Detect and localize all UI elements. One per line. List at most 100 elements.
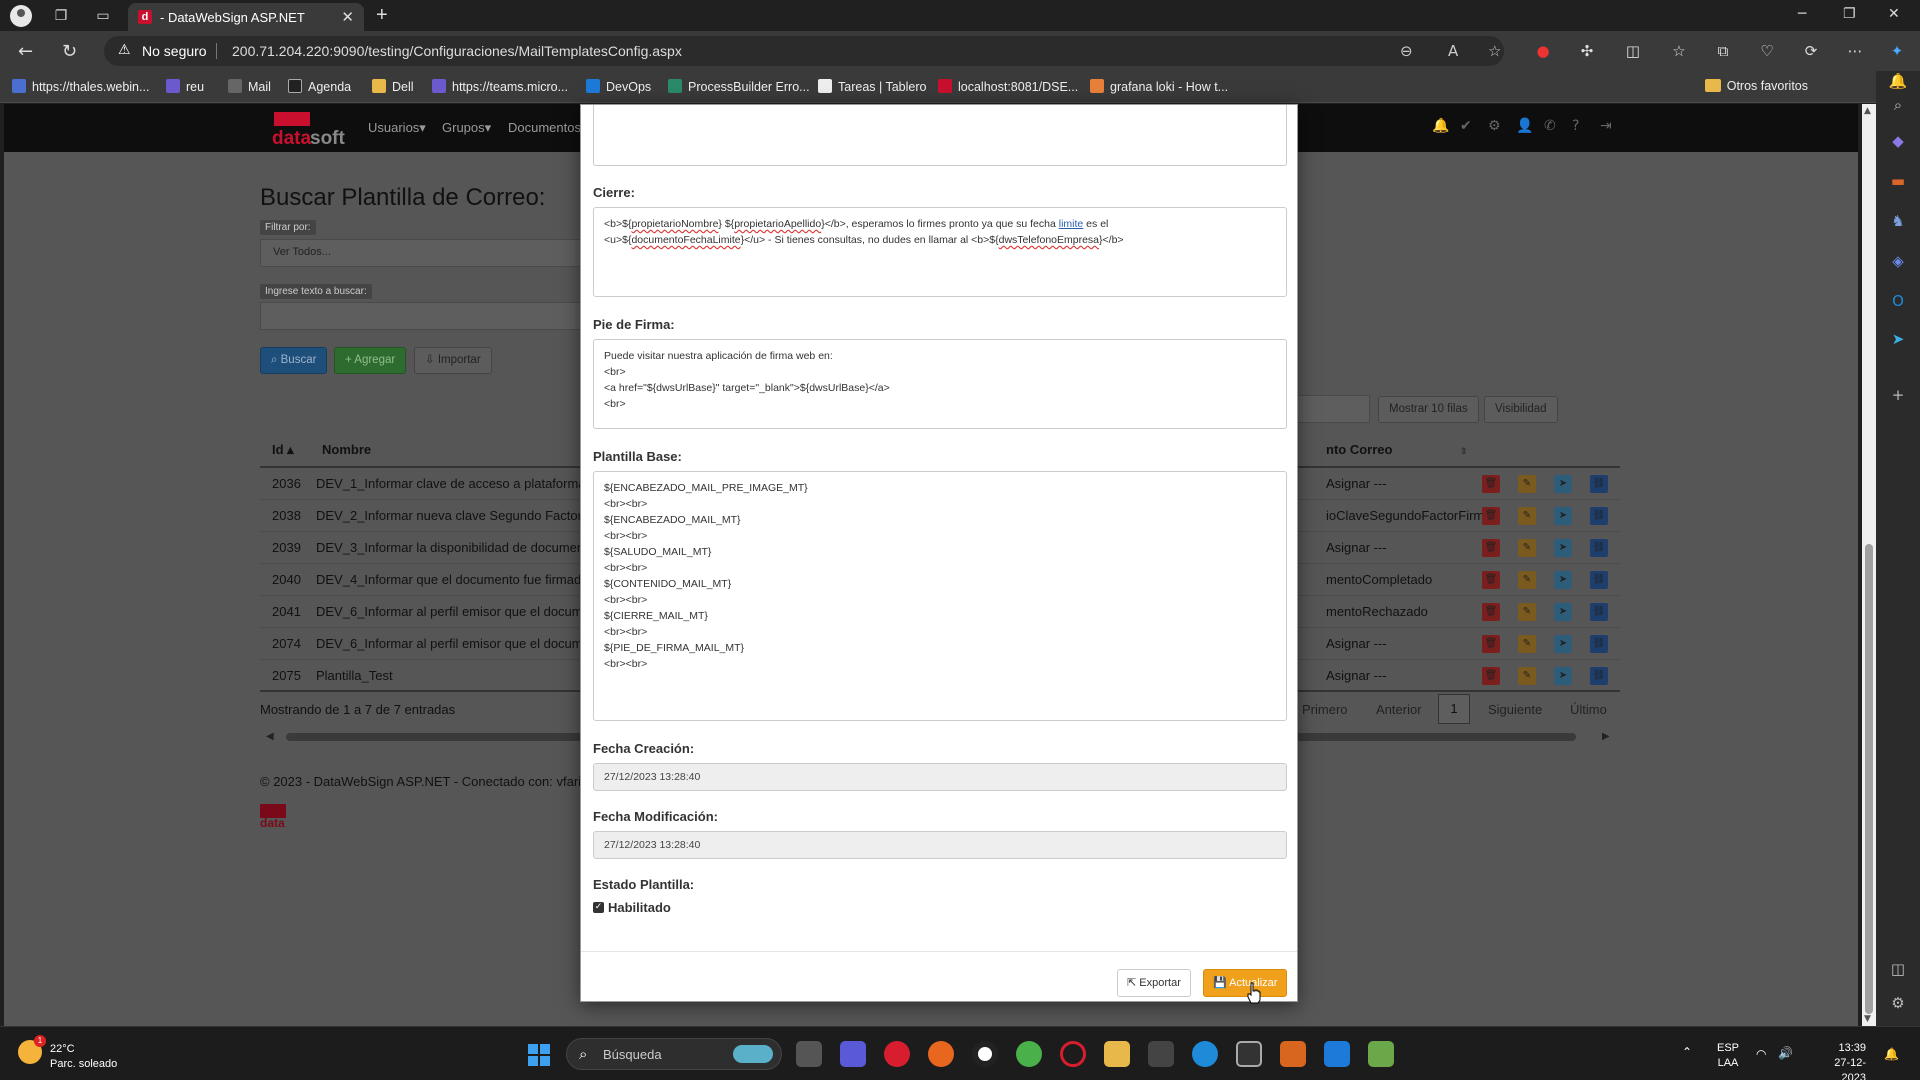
workspaces-icon[interactable]: ❐ xyxy=(52,7,70,25)
agregar-button[interactable]: + Agregar xyxy=(334,347,407,374)
clock[interactable]: 13:39 27-12-2023 xyxy=(1810,1041,1866,1080)
exportar-button[interactable]: ⇱ Exportar xyxy=(1117,969,1191,997)
visibilidad-button[interactable]: Visibilidad xyxy=(1484,396,1558,423)
zoom-icon[interactable]: ⊖ xyxy=(1400,42,1413,60)
buscar-button[interactable]: ⌕ Buscar xyxy=(260,347,328,374)
importar-button[interactable]: ⇩ Importar xyxy=(414,347,492,374)
delete-icon[interactable]: 🗑 xyxy=(1482,603,1500,621)
read-aloud-icon[interactable]: A xyxy=(1448,42,1458,60)
link-icon[interactable]: ⛓ xyxy=(1590,475,1608,493)
app-tool-icon[interactable] xyxy=(1148,1041,1174,1067)
language-indicator[interactable]: ESP LAA xyxy=(1716,1041,1740,1071)
pie-firma-textarea[interactable]: Puede visitar nuestra aplicación de firm… xyxy=(593,339,1287,429)
link-icon[interactable]: ⛓ xyxy=(1590,603,1608,621)
notepad-icon[interactable] xyxy=(1368,1041,1394,1067)
plantilla-base-textarea[interactable]: ${ENCABEZADO_MAIL_PRE_IMAGE_MT} <br><br>… xyxy=(593,471,1287,721)
bell-icon[interactable]: 🔔 xyxy=(1432,118,1449,134)
bookmark-item[interactable]: grafana loki - How t... xyxy=(1090,79,1228,94)
edge-sync-icon[interactable]: ⟳ xyxy=(1802,42,1820,60)
edge-taskbar-icon[interactable] xyxy=(1192,1041,1218,1067)
restore-icon[interactable]: ❐ xyxy=(1843,6,1856,22)
sidebar-tools-icon[interactable]: ▬ xyxy=(1888,171,1908,191)
sidebar-layout-icon[interactable]: ◫ xyxy=(1888,959,1908,979)
delete-icon[interactable]: 🗑 xyxy=(1482,475,1500,493)
user-icon[interactable]: 👤 xyxy=(1516,118,1533,134)
pager-prev[interactable]: Anterior xyxy=(1376,702,1422,717)
datasoft-logo[interactable]: data soft xyxy=(272,108,350,150)
scroll-down-icon[interactable]: ▼ xyxy=(1864,1014,1871,1024)
edit-icon[interactable]: ✎ xyxy=(1518,539,1536,557)
bookmark-item[interactable]: reu xyxy=(166,79,204,94)
sidebar-settings-icon[interactable]: ⚙ xyxy=(1888,993,1908,1013)
column-correo[interactable]: nto Correo xyxy=(1326,442,1392,457)
link-icon[interactable]: ⛓ xyxy=(1590,571,1608,589)
opera-icon[interactable] xyxy=(884,1041,910,1067)
browser-tab-active[interactable]: d - DataWebSign ASP.NET ✕ xyxy=(128,3,364,31)
app-cube-icon[interactable] xyxy=(1236,1041,1262,1067)
bookmark-item[interactable]: https://thales.webin... xyxy=(12,79,149,94)
page-vscrollbar[interactable]: ▲ ▼ xyxy=(1862,104,1876,1026)
scroll-up-icon[interactable]: ▲ xyxy=(1864,106,1871,116)
pager-first[interactable]: Primero xyxy=(1302,702,1348,717)
scroll-left-icon[interactable]: ◀ xyxy=(266,731,274,742)
pager-last[interactable]: Último xyxy=(1570,702,1607,717)
favorites-icon[interactable]: ☆ xyxy=(1670,42,1688,60)
sidebar-search-icon[interactable]: ⌕ xyxy=(1888,95,1908,115)
cierre-textarea[interactable]: <b>${propietarioNombre} ${propietarioApe… xyxy=(593,207,1287,297)
back-icon[interactable]: ← xyxy=(18,41,33,62)
minimize-icon[interactable]: ─ xyxy=(1798,6,1806,22)
bookmark-item[interactable]: ProcessBuilder Erro... xyxy=(668,79,810,94)
bookmark-item[interactable]: Mail xyxy=(228,79,271,94)
tab-actions-icon[interactable]: ▭ xyxy=(94,7,112,25)
sidebar-shopping-icon[interactable]: ◆ xyxy=(1888,131,1908,151)
extensions-icon[interactable]: ✣ xyxy=(1578,42,1596,60)
delete-icon[interactable]: 🗑 xyxy=(1482,667,1500,685)
performance-icon[interactable]: ♡ xyxy=(1758,42,1776,60)
habilitado-label[interactable]: Habilitado xyxy=(608,900,671,915)
delete-icon[interactable]: 🗑 xyxy=(1482,635,1500,653)
opera-gx-icon[interactable] xyxy=(972,1041,998,1067)
bookmark-item[interactable]: https://teams.micro... xyxy=(432,79,568,94)
new-tab-icon[interactable]: + xyxy=(376,4,388,27)
edit-icon[interactable]: ✎ xyxy=(1518,603,1536,621)
delete-icon[interactable]: 🗑 xyxy=(1482,571,1500,589)
file-explorer-icon[interactable] xyxy=(1104,1041,1130,1067)
scrollbar-thumb[interactable] xyxy=(1865,544,1873,1014)
link-icon[interactable]: ⛓ xyxy=(1590,635,1608,653)
task-view-icon[interactable] xyxy=(796,1041,822,1067)
menu-documentos[interactable]: Documentos xyxy=(508,120,581,135)
link-icon[interactable]: ⛓ xyxy=(1590,507,1608,525)
edit-icon[interactable]: ✎ xyxy=(1518,667,1536,685)
phone-icon[interactable]: ✆ xyxy=(1544,118,1556,134)
copilot-icon[interactable]: ✦ xyxy=(1888,42,1906,60)
sidebar-add-icon[interactable]: + xyxy=(1888,385,1908,405)
edit-icon[interactable]: ✎ xyxy=(1518,475,1536,493)
send-icon[interactable]: ➤ xyxy=(1554,507,1572,525)
opera-red-icon[interactable] xyxy=(1060,1041,1086,1067)
sidebar-games-icon[interactable]: ♞ xyxy=(1888,211,1908,231)
sidebar-send-icon[interactable]: ➤ xyxy=(1888,329,1908,349)
start-button[interactable] xyxy=(528,1044,550,1066)
other-favorites-folder[interactable]: Otros favoritos xyxy=(1704,79,1808,93)
send-icon[interactable]: ➤ xyxy=(1554,603,1572,621)
vscode-icon[interactable] xyxy=(1324,1041,1350,1067)
send-icon[interactable]: ➤ xyxy=(1554,635,1572,653)
split-screen-icon[interactable]: ◫ xyxy=(1624,42,1642,60)
tray-chevron-icon[interactable]: ⌃ xyxy=(1682,1045,1692,1059)
scroll-right-icon[interactable]: ▶ xyxy=(1602,731,1610,742)
sort-icon[interactable]: ⇕ xyxy=(1460,446,1468,457)
bookmark-item[interactable]: DevOps xyxy=(586,79,651,94)
volume-icon[interactable]: 🔊 xyxy=(1778,1046,1793,1060)
teams-icon[interactable] xyxy=(840,1041,866,1067)
profile-icon[interactable] xyxy=(10,5,32,27)
link-icon[interactable]: ⛓ xyxy=(1590,667,1608,685)
sidebar-copilot-icon[interactable]: ◈ xyxy=(1888,251,1908,271)
logout-icon[interactable]: ⇥ xyxy=(1600,118,1612,134)
send-icon[interactable]: ➤ xyxy=(1554,571,1572,589)
previous-field-textarea[interactable] xyxy=(593,105,1287,166)
app-grid-icon[interactable] xyxy=(1280,1041,1306,1067)
bookmark-item[interactable]: Dell xyxy=(372,79,414,94)
extension-red-icon[interactable]: ● xyxy=(1534,42,1552,60)
bookmark-item[interactable]: Agenda xyxy=(288,79,351,94)
send-icon[interactable]: ➤ xyxy=(1554,475,1572,493)
